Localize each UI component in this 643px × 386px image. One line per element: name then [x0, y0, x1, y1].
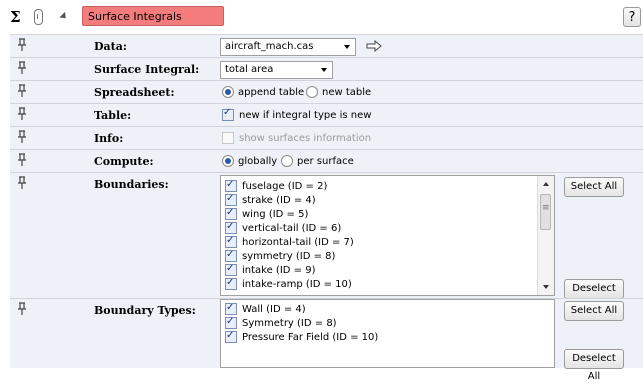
boundaries-scrollbar[interactable]: [537, 176, 554, 295]
new-table-checkbox[interactable]: new if integral type is new: [222, 107, 371, 121]
data-label: Data:: [94, 40, 127, 53]
pin-icon[interactable]: [15, 302, 29, 316]
row-spreadsheet: Spreadsheet: append table new table: [0, 81, 643, 103]
pin-icon[interactable]: [15, 38, 29, 52]
data-select[interactable]: aircraft_mach.cas: [220, 38, 356, 56]
pin-icon[interactable]: [15, 153, 29, 167]
boundary-types-select-all-button[interactable]: Select All: [564, 301, 624, 321]
row-boundary-types: Boundary Types: Wall (ID = 4) Symmetry (…: [0, 299, 643, 382]
spreadsheet-label: Spreadsheet:: [94, 86, 175, 99]
arrow-right-icon[interactable]: [366, 40, 382, 52]
boundary-types-list[interactable]: Wall (ID = 4) Symmetry (ID = 8) Pressure…: [220, 299, 555, 368]
list-item[interactable]: intake-ramp (ID = 10): [221, 276, 554, 292]
list-item[interactable]: intake (ID = 9): [221, 262, 554, 278]
pin-icon[interactable]: [15, 107, 29, 121]
list-item[interactable]: Symmetry (ID = 8): [221, 315, 554, 331]
scroll-up-icon[interactable]: [543, 182, 549, 186]
list-item[interactable]: wing (ID = 5): [221, 206, 554, 222]
row-compute: Compute: globally per surface: [0, 150, 643, 172]
list-item[interactable]: horizontal-tail (ID = 7): [221, 234, 554, 250]
row-boundaries: Boundaries: fuselage (ID = 2) strake (ID…: [0, 173, 643, 312]
globally-radio[interactable]: globally: [222, 155, 277, 167]
toolbar: Σ Surface Integrals ?: [0, 0, 643, 35]
list-item[interactable]: Pressure Far Field (ID = 10): [221, 329, 554, 345]
per-surface-radio[interactable]: per surface: [281, 155, 354, 167]
scroll-thumb[interactable]: [540, 194, 551, 230]
chevron-down-icon: [321, 68, 327, 72]
list-item[interactable]: symmetry (ID = 8): [221, 248, 554, 264]
boundaries-deselect-all-button[interactable]: Deselect All: [564, 279, 624, 312]
boundary-types-label: Boundary Types:: [94, 304, 196, 317]
list-item[interactable]: fuselage (ID = 2): [221, 178, 554, 194]
boundaries-select-all-button[interactable]: Select All: [564, 177, 624, 197]
collapse-triangle-icon[interactable]: [59, 11, 69, 22]
compute-label: Compute:: [94, 155, 154, 168]
info-label: Info:: [94, 132, 124, 145]
pin-icon[interactable]: [15, 130, 29, 144]
chevron-down-icon: [344, 45, 350, 49]
row-info: Info: show surfaces information: [0, 127, 643, 149]
pin-icon[interactable]: [15, 61, 29, 75]
sigma-icon: Σ: [10, 8, 21, 26]
new-table-radio[interactable]: new table: [306, 86, 371, 98]
link-icon[interactable]: [34, 9, 43, 25]
pin-icon[interactable]: [15, 176, 29, 190]
row-data: Data: aircraft_mach.cas: [0, 35, 643, 57]
boundaries-label: Boundaries:: [94, 178, 169, 191]
pin-icon[interactable]: [15, 84, 29, 98]
list-item[interactable]: strake (ID = 4): [221, 192, 554, 208]
surface-integral-select[interactable]: total area: [220, 61, 333, 79]
row-surface-integral: Surface Integral: total area: [0, 58, 643, 80]
append-table-radio[interactable]: append table: [222, 86, 304, 98]
surface-integral-label: Surface Integral:: [94, 63, 200, 76]
scroll-down-icon[interactable]: [543, 285, 549, 289]
boundaries-list[interactable]: fuselage (ID = 2) strake (ID = 4) wing (…: [220, 175, 555, 296]
list-item[interactable]: Wall (ID = 4): [221, 301, 554, 317]
help-button[interactable]: ?: [623, 7, 641, 27]
row-table: Table: new if integral type is new: [0, 104, 643, 126]
filter-title-field[interactable]: Surface Integrals: [82, 6, 224, 26]
list-item[interactable]: vertical-tail (ID = 6): [221, 220, 554, 236]
boundary-types-deselect-all-button[interactable]: Deselect All: [564, 349, 624, 382]
show-surfaces-info-checkbox: show surfaces information: [222, 132, 371, 144]
table-label: Table:: [94, 109, 132, 122]
